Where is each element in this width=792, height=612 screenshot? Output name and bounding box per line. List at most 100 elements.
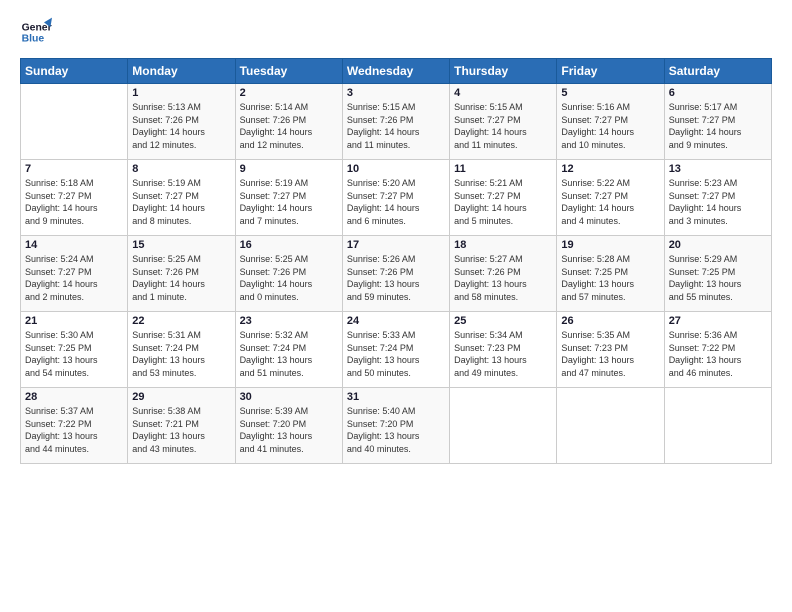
day-info: Sunrise: 5:31 AM Sunset: 7:24 PM Dayligh… [132,329,230,379]
day-info: Sunrise: 5:38 AM Sunset: 7:21 PM Dayligh… [132,405,230,455]
day-number: 5 [561,87,659,99]
day-number: 21 [25,315,123,327]
day-info: Sunrise: 5:32 AM Sunset: 7:24 PM Dayligh… [240,329,338,379]
day-number: 27 [669,315,767,327]
day-number: 14 [25,239,123,251]
week-row-2: 7 Sunrise: 5:18 AM Sunset: 7:27 PM Daylig… [21,160,772,236]
day-cell: 7 Sunrise: 5:18 AM Sunset: 7:27 PM Daylig… [21,160,128,236]
day-cell: 28 Sunrise: 5:37 AM Sunset: 7:22 PM Dayli… [21,388,128,464]
day-number: 8 [132,163,230,175]
day-number: 20 [669,239,767,251]
day-number: 12 [561,163,659,175]
day-number: 15 [132,239,230,251]
day-cell: 29 Sunrise: 5:38 AM Sunset: 7:21 PM Dayli… [128,388,235,464]
header-cell-wednesday: Wednesday [342,59,449,84]
day-number: 7 [25,163,123,175]
day-number: 17 [347,239,445,251]
day-info: Sunrise: 5:22 AM Sunset: 7:27 PM Dayligh… [561,177,659,227]
day-number: 19 [561,239,659,251]
day-info: Sunrise: 5:25 AM Sunset: 7:26 PM Dayligh… [240,253,338,303]
day-info: Sunrise: 5:26 AM Sunset: 7:26 PM Dayligh… [347,253,445,303]
day-info: Sunrise: 5:19 AM Sunset: 7:27 PM Dayligh… [240,177,338,227]
day-cell: 31Sunrise: 5:40 AM Sunset: 7:20 PM Dayli… [342,388,449,464]
day-number: 4 [454,87,552,99]
day-info: Sunrise: 5:13 AM Sunset: 7:26 PM Dayligh… [132,101,230,151]
day-cell: 6Sunrise: 5:17 AM Sunset: 7:27 PM Daylig… [664,84,771,160]
day-info: Sunrise: 5:34 AM Sunset: 7:23 PM Dayligh… [454,329,552,379]
day-cell: 21 Sunrise: 5:30 AM Sunset: 7:25 PM Dayli… [21,312,128,388]
day-cell: 20 Sunrise: 5:29 AM Sunset: 7:25 PM Dayli… [664,236,771,312]
day-number: 26 [561,315,659,327]
header-cell-tuesday: Tuesday [235,59,342,84]
header-row: SundayMondayTuesdayWednesdayThursdayFrid… [21,59,772,84]
day-number: 23 [240,315,338,327]
day-info: Sunrise: 5:27 AM Sunset: 7:26 PM Dayligh… [454,253,552,303]
day-number: 2 [240,87,338,99]
day-cell: 1 Sunrise: 5:13 AM Sunset: 7:26 PM Daylig… [128,84,235,160]
day-number: 11 [454,163,552,175]
day-cell [664,388,771,464]
day-number: 1 [132,87,230,99]
week-row-3: 14Sunrise: 5:24 AM Sunset: 7:27 PM Dayli… [21,236,772,312]
day-info: Sunrise: 5:16 AM Sunset: 7:27 PM Dayligh… [561,101,659,151]
day-cell: 3 Sunrise: 5:15 AM Sunset: 7:26 PM Daylig… [342,84,449,160]
header: General Blue [20,16,772,48]
day-number: 30 [240,391,338,403]
day-cell: 11Sunrise: 5:21 AM Sunset: 7:27 PM Dayli… [450,160,557,236]
logo: General Blue [20,16,56,48]
header-cell-saturday: Saturday [664,59,771,84]
calendar-table: SundayMondayTuesdayWednesdayThursdayFrid… [20,58,772,464]
day-info: Sunrise: 5:15 AM Sunset: 7:26 PM Dayligh… [347,101,445,151]
day-number: 9 [240,163,338,175]
day-number: 22 [132,315,230,327]
day-number: 24 [347,315,445,327]
day-cell: 9 Sunrise: 5:19 AM Sunset: 7:27 PM Daylig… [235,160,342,236]
day-cell: 8 Sunrise: 5:19 AM Sunset: 7:27 PM Daylig… [128,160,235,236]
header-cell-thursday: Thursday [450,59,557,84]
header-cell-monday: Monday [128,59,235,84]
day-cell: 23 Sunrise: 5:32 AM Sunset: 7:24 PM Dayli… [235,312,342,388]
day-cell [450,388,557,464]
day-cell: 12 Sunrise: 5:22 AM Sunset: 7:27 PM Dayli… [557,160,664,236]
day-cell: 15 Sunrise: 5:25 AM Sunset: 7:26 PM Dayli… [128,236,235,312]
week-row-4: 21 Sunrise: 5:30 AM Sunset: 7:25 PM Dayli… [21,312,772,388]
day-number: 3 [347,87,445,99]
day-info: Sunrise: 5:37 AM Sunset: 7:22 PM Dayligh… [25,405,123,455]
day-info: Sunrise: 5:18 AM Sunset: 7:27 PM Dayligh… [25,177,123,227]
header-cell-friday: Friday [557,59,664,84]
day-info: Sunrise: 5:36 AM Sunset: 7:22 PM Dayligh… [669,329,767,379]
day-number: 18 [454,239,552,251]
week-row-1: 1 Sunrise: 5:13 AM Sunset: 7:26 PM Daylig… [21,84,772,160]
day-cell: 25 Sunrise: 5:34 AM Sunset: 7:23 PM Dayli… [450,312,557,388]
day-number: 10 [347,163,445,175]
day-info: Sunrise: 5:30 AM Sunset: 7:25 PM Dayligh… [25,329,123,379]
day-cell: 18 Sunrise: 5:27 AM Sunset: 7:26 PM Dayli… [450,236,557,312]
day-number: 29 [132,391,230,403]
day-cell: 10 Sunrise: 5:20 AM Sunset: 7:27 PM Dayli… [342,160,449,236]
day-cell: 26Sunrise: 5:35 AM Sunset: 7:23 PM Dayli… [557,312,664,388]
day-info: Sunrise: 5:17 AM Sunset: 7:27 PM Dayligh… [669,101,767,151]
day-number: 31 [347,391,445,403]
day-number: 16 [240,239,338,251]
day-info: Sunrise: 5:29 AM Sunset: 7:25 PM Dayligh… [669,253,767,303]
day-info: Sunrise: 5:14 AM Sunset: 7:26 PM Dayligh… [240,101,338,151]
day-info: Sunrise: 5:25 AM Sunset: 7:26 PM Dayligh… [132,253,230,303]
page: General Blue SundayMondayTuesdayWednesda… [0,0,792,612]
day-number: 25 [454,315,552,327]
day-cell: 30Sunrise: 5:39 AM Sunset: 7:20 PM Dayli… [235,388,342,464]
day-cell: 2 Sunrise: 5:14 AM Sunset: 7:26 PM Daylig… [235,84,342,160]
day-cell: 13 Sunrise: 5:23 AM Sunset: 7:27 PM Dayli… [664,160,771,236]
day-number: 28 [25,391,123,403]
svg-text:Blue: Blue [22,34,45,45]
day-info: Sunrise: 5:23 AM Sunset: 7:27 PM Dayligh… [669,177,767,227]
day-cell: 27 Sunrise: 5:36 AM Sunset: 7:22 PM Dayli… [664,312,771,388]
day-cell: 4Sunrise: 5:15 AM Sunset: 7:27 PM Daylig… [450,84,557,160]
day-info: Sunrise: 5:28 AM Sunset: 7:25 PM Dayligh… [561,253,659,303]
day-number: 13 [669,163,767,175]
day-info: Sunrise: 5:19 AM Sunset: 7:27 PM Dayligh… [132,177,230,227]
day-cell: 5 Sunrise: 5:16 AM Sunset: 7:27 PM Daylig… [557,84,664,160]
logo-icon: General Blue [20,16,52,48]
day-cell: 16 Sunrise: 5:25 AM Sunset: 7:26 PM Dayli… [235,236,342,312]
day-info: Sunrise: 5:20 AM Sunset: 7:27 PM Dayligh… [347,177,445,227]
day-cell: 19 Sunrise: 5:28 AM Sunset: 7:25 PM Dayli… [557,236,664,312]
